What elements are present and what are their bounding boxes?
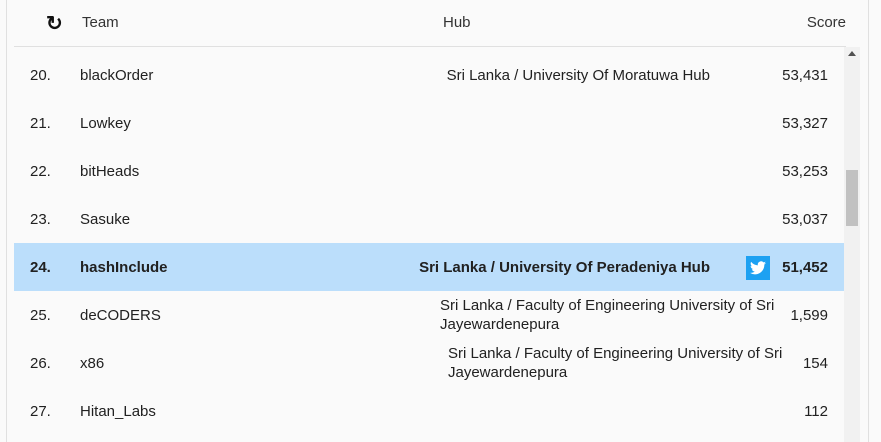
team-name: x86 bbox=[80, 355, 105, 372]
rank: 26. bbox=[30, 355, 51, 372]
header-team: Team bbox=[82, 14, 119, 31]
twitter-icon[interactable] bbox=[746, 256, 770, 280]
table-row[interactable]: 25. deCODERS Sri Lanka / Faculty of Engine… bbox=[14, 291, 844, 339]
team-name: Sasuke bbox=[80, 211, 131, 228]
table-row[interactable]: 23. Sasuke 53,037 bbox=[14, 195, 844, 243]
rank: 23. bbox=[30, 211, 51, 228]
rank: 22. bbox=[30, 163, 51, 180]
table-header: ↻ Team Hub Score bbox=[14, 0, 846, 47]
score: 53,253 bbox=[782, 163, 828, 180]
table-row[interactable]: 21. Lowkey 53,327 bbox=[14, 99, 844, 147]
table-row[interactable]: 24. hashInclude Sri Lanka / University Of … bbox=[14, 243, 844, 291]
score: 112 bbox=[804, 403, 828, 420]
rank: 20. bbox=[30, 67, 51, 84]
team-name: Lowkey bbox=[80, 115, 131, 132]
team-name: Hitan_Labs bbox=[80, 403, 156, 420]
hub-name: Sri Lanka / University Of Moratuwa Hub bbox=[446, 67, 710, 84]
scroll-up-icon[interactable] bbox=[848, 51, 856, 56]
score: 1,599 bbox=[790, 307, 828, 324]
rank: 21. bbox=[30, 115, 51, 132]
hub-name: Sri Lanka / Faculty of Engineering Unive… bbox=[448, 345, 783, 381]
team-name: hashInclude bbox=[80, 259, 168, 276]
hub-name: Sri Lanka / University Of Peradeniya Hub bbox=[419, 259, 710, 276]
table-body: 20. blackOrder Sri Lanka / University Of M… bbox=[14, 51, 844, 442]
hub-name: Sri Lanka / Faculty of Engineering Unive… bbox=[440, 297, 775, 333]
header-score: Score bbox=[806, 14, 846, 31]
scrollbar-thumb[interactable] bbox=[846, 170, 858, 226]
header-hub: Hub bbox=[443, 14, 471, 31]
refresh-icon[interactable]: ↻ bbox=[46, 11, 63, 36]
score: 154 bbox=[802, 355, 828, 372]
score: 53,037 bbox=[782, 211, 828, 228]
team-name: bitHeads bbox=[80, 163, 140, 180]
table-row[interactable]: 26. x86 Sri Lanka / Faculty of Engineering… bbox=[14, 339, 844, 387]
team-name: deCODERS bbox=[80, 307, 161, 324]
score: 53,327 bbox=[782, 115, 828, 132]
rank: 25. bbox=[30, 307, 51, 324]
table-row[interactable]: 22. bitHeads 53,253 bbox=[14, 147, 844, 195]
scrollbar[interactable] bbox=[844, 47, 860, 442]
rank: 24. bbox=[30, 259, 51, 276]
table-row[interactable]: 20. blackOrder Sri Lanka / University Of M… bbox=[14, 51, 844, 99]
table-row[interactable]: 27. Hitan_Labs 112 bbox=[14, 387, 844, 435]
score: 51,452 bbox=[782, 259, 828, 276]
rank: 27. bbox=[30, 403, 51, 420]
score: 53,431 bbox=[782, 67, 828, 84]
team-name: blackOrder bbox=[80, 67, 154, 84]
